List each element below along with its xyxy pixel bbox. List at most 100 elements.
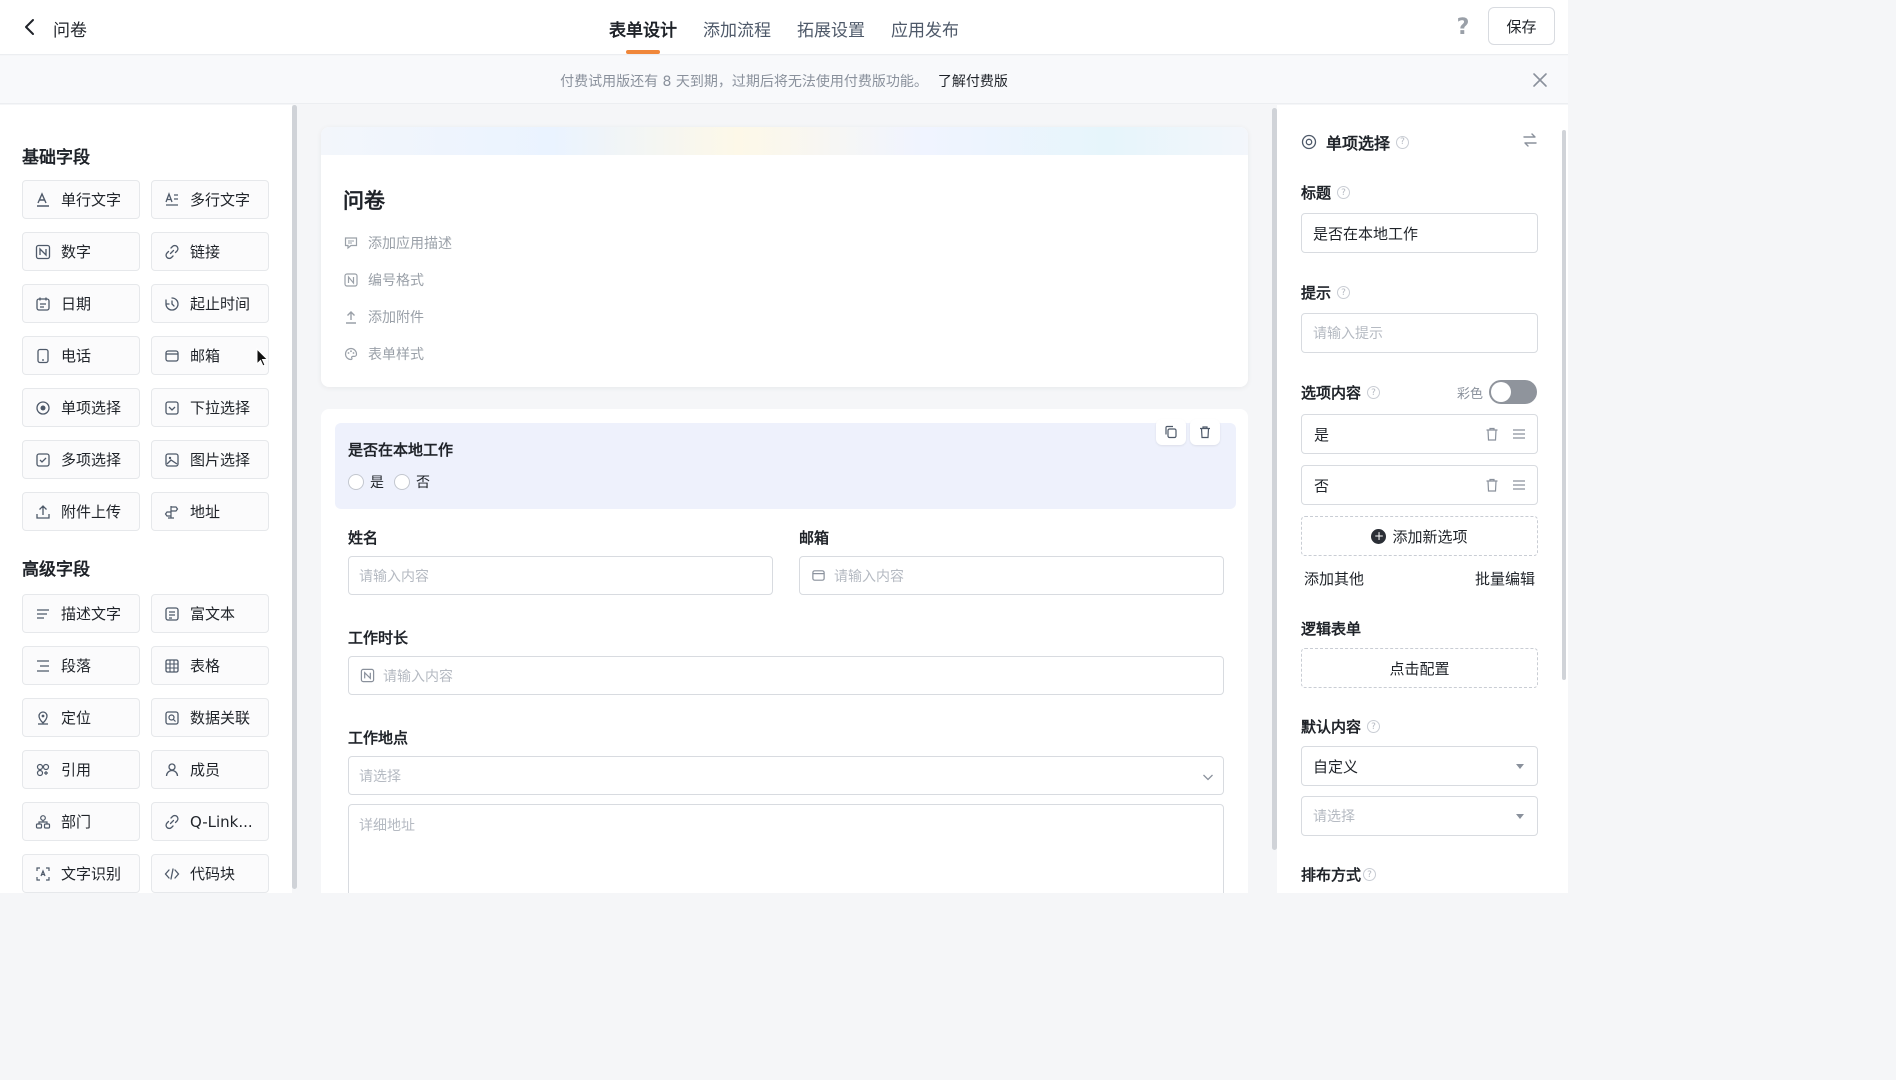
email-placeholder: 请输入内容 bbox=[834, 568, 904, 585]
properties-scrollbar[interactable] bbox=[1562, 130, 1566, 680]
field-palette: 基础字段 单行文字 多行文字 数字 链接 日期 起止时间 电话 邮箱 单项选择 bbox=[0, 105, 292, 893]
field-rich-text[interactable]: 富文本 bbox=[151, 594, 269, 633]
help-icon[interactable]: ? bbox=[1450, 14, 1476, 40]
field-email[interactable]: 邮箱 bbox=[151, 336, 269, 375]
field-q-link[interactable]: Q-Link... bbox=[151, 802, 269, 841]
field-label: 地址 bbox=[190, 503, 221, 521]
title-prop-input[interactable]: 是否在本地工作 bbox=[1301, 213, 1538, 253]
tab-app-publish[interactable]: 应用发布 bbox=[878, 0, 972, 55]
name-input[interactable]: 请输入内容 bbox=[348, 556, 773, 595]
field-member[interactable]: 成员 bbox=[151, 750, 269, 789]
banner-learn-more-link[interactable]: 了解付费版 bbox=[938, 74, 1008, 90]
copy-question-button[interactable] bbox=[1156, 419, 1186, 445]
color-toggle[interactable] bbox=[1489, 380, 1537, 404]
help-circle-icon[interactable]: ? bbox=[1337, 186, 1351, 199]
trash-icon[interactable] bbox=[1484, 477, 1500, 493]
add-attachment-button[interactable]: 添加附件 bbox=[343, 307, 424, 327]
hint-prop-input[interactable]: 请输入提示 bbox=[1301, 313, 1538, 353]
field-reference[interactable]: 引用 bbox=[22, 750, 140, 789]
field-multi-line-text[interactable]: 多行文字 bbox=[151, 180, 269, 219]
field-data-link[interactable]: 数据关联 bbox=[151, 698, 269, 737]
number-format-button[interactable]: 编号格式 bbox=[343, 270, 424, 290]
duration-input[interactable]: 请输入内容 bbox=[348, 656, 1224, 695]
drag-handle-icon[interactable] bbox=[1511, 426, 1527, 442]
batch-edit-link[interactable]: 批量编辑 bbox=[1475, 568, 1535, 589]
field-single-line-text[interactable]: 单行文字 bbox=[22, 180, 140, 219]
reference-icon bbox=[35, 762, 51, 778]
address-detail-textarea[interactable]: 详细地址 bbox=[348, 804, 1224, 893]
default-value-placeholder: 请选择 bbox=[1313, 809, 1355, 825]
field-single-choice[interactable]: 单项选择 bbox=[22, 388, 140, 427]
name-label: 姓名 bbox=[348, 529, 379, 547]
field-label: 链接 bbox=[190, 243, 221, 261]
option-item-no[interactable]: 否 bbox=[1301, 465, 1538, 505]
delete-question-button[interactable] bbox=[1190, 419, 1220, 445]
field-label: 附件上传 bbox=[61, 503, 122, 521]
email-icon bbox=[164, 348, 180, 364]
radio-option-yes[interactable]: 是 bbox=[348, 472, 384, 492]
field-code-block[interactable]: 代码块 bbox=[151, 854, 269, 893]
help-circle-icon[interactable]: ? bbox=[1396, 135, 1410, 149]
switch-field-type-button[interactable] bbox=[1521, 131, 1541, 151]
tab-extension-settings[interactable]: 拓展设置 bbox=[784, 0, 878, 55]
default-type-select[interactable]: 自定义 bbox=[1301, 746, 1538, 786]
tab-add-flow[interactable]: 添加流程 bbox=[690, 0, 784, 55]
field-dropdown[interactable]: 下拉选择 bbox=[151, 388, 269, 427]
add-description-button[interactable]: 添加应用描述 bbox=[343, 233, 452, 253]
help-circle-icon[interactable]: ? bbox=[1337, 286, 1351, 299]
radio-option-no[interactable]: 否 bbox=[394, 472, 430, 492]
default-value-select[interactable]: 请选择 bbox=[1301, 796, 1538, 836]
field-label: 数据关联 bbox=[190, 709, 251, 727]
field-label: 表格 bbox=[190, 657, 221, 675]
mouse-cursor-icon bbox=[256, 348, 269, 367]
qlink-icon bbox=[164, 814, 180, 830]
field-table[interactable]: 表格 bbox=[151, 646, 269, 685]
field-label: 富文本 bbox=[190, 605, 236, 623]
checkbox-icon bbox=[35, 452, 51, 468]
location-label: 工作地点 bbox=[348, 729, 409, 747]
copy-icon bbox=[1165, 425, 1177, 439]
save-button[interactable]: 保存 bbox=[1488, 7, 1555, 45]
logic-form-label: 逻辑表单 bbox=[1301, 618, 1361, 639]
field-paragraph[interactable]: 段落 bbox=[22, 646, 140, 685]
field-multi-choice[interactable]: 多项选择 bbox=[22, 440, 140, 479]
field-attachment-upload[interactable]: 附件上传 bbox=[22, 492, 140, 531]
field-description-text[interactable]: 描述文字 bbox=[22, 594, 140, 633]
field-address[interactable]: 地址 bbox=[151, 492, 269, 531]
help-circle-icon[interactable]: ? bbox=[1363, 868, 1377, 881]
field-ocr[interactable]: 文字识别 bbox=[22, 854, 140, 893]
selected-question-block[interactable]: 是否在本地工作 是 否 bbox=[335, 419, 1236, 509]
location-select[interactable]: 请选择 bbox=[348, 756, 1224, 795]
form-title[interactable]: 问卷 bbox=[343, 185, 385, 215]
option-item-yes[interactable]: 是 bbox=[1301, 414, 1538, 454]
add-option-button[interactable]: + 添加新选项 bbox=[1301, 516, 1538, 556]
banner-message: 付费试用版还有 8 天到期，过期后将无法使用付费版功能。 了解付费版 bbox=[0, 71, 1568, 91]
tab-form-design[interactable]: 表单设计 bbox=[596, 0, 690, 55]
field-location[interactable]: 定位 bbox=[22, 698, 140, 737]
field-phone[interactable]: 电话 bbox=[22, 336, 140, 375]
radio-circle-icon bbox=[348, 474, 364, 490]
add-other-link[interactable]: 添加其他 bbox=[1304, 568, 1364, 589]
back-button[interactable] bbox=[18, 14, 42, 40]
field-label: 引用 bbox=[61, 761, 92, 779]
field-link[interactable]: 链接 bbox=[151, 232, 269, 271]
form-style-button[interactable]: 表单样式 bbox=[343, 344, 424, 364]
help-circle-icon[interactable]: ? bbox=[1367, 386, 1381, 399]
banner-close-button[interactable] bbox=[1530, 70, 1550, 90]
link-icon bbox=[164, 244, 180, 260]
trash-icon[interactable] bbox=[1484, 426, 1500, 442]
drag-handle-icon[interactable] bbox=[1511, 477, 1527, 493]
paragraph-icon bbox=[35, 658, 51, 674]
email-input[interactable]: 请输入内容 bbox=[799, 556, 1224, 595]
field-time-range[interactable]: 起止时间 bbox=[151, 284, 269, 323]
toggle-knob bbox=[1491, 382, 1511, 402]
field-image-choice[interactable]: 图片选择 bbox=[151, 440, 269, 479]
palette-icon bbox=[343, 346, 359, 362]
field-label: 电话 bbox=[61, 347, 92, 365]
field-number[interactable]: 数字 bbox=[22, 232, 140, 271]
configure-logic-button[interactable]: 点击配置 bbox=[1301, 648, 1538, 688]
field-department[interactable]: 部门 bbox=[22, 802, 140, 841]
field-date[interactable]: 日期 bbox=[22, 284, 140, 323]
help-circle-icon[interactable]: ? bbox=[1367, 720, 1381, 733]
single-line-text-icon bbox=[35, 191, 51, 208]
